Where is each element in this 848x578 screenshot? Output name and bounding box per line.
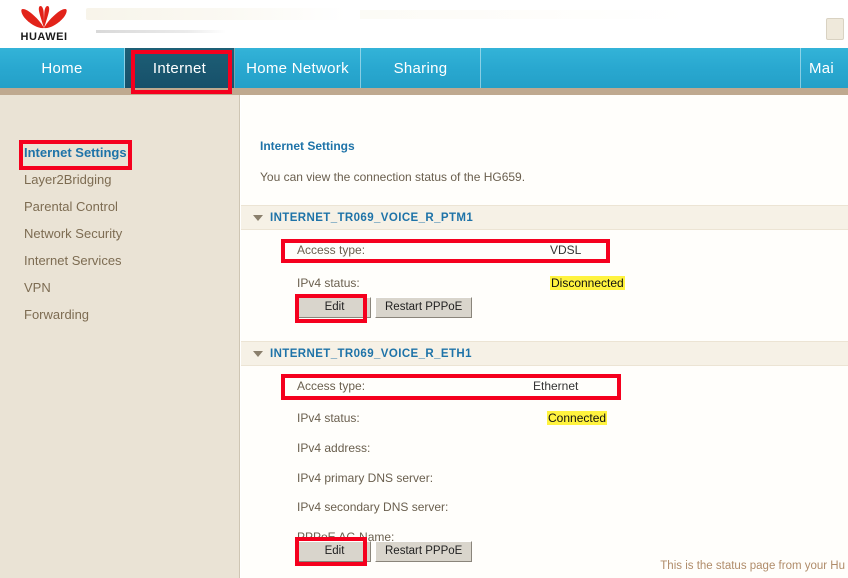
sidebar-item-forwarding[interactable]: Forwarding — [0, 301, 239, 328]
section-title-ptm1: INTERNET_TR069_VOICE_R_PTM1 — [270, 211, 474, 224]
section-title-eth1: INTERNET_TR069_VOICE_R_ETH1 — [270, 347, 472, 360]
nav-item-internet-label: Internet — [152, 59, 207, 77]
nav-item-maintenance[interactable]: Mai — [801, 48, 848, 88]
sidebar-item-internet-settings[interactable]: Internet Settings — [0, 139, 239, 166]
sidebar-item-network-security[interactable]: Network Security — [0, 220, 239, 247]
nav-spacer — [481, 48, 801, 88]
field-label-ipv4-primary-dns: IPv4 primary DNS server: — [297, 471, 434, 485]
button-row-eth1: Edit Restart PPPoE — [298, 541, 473, 562]
header-faded-right-block — [360, 10, 690, 19]
page-header: HUAWEI — [0, 0, 848, 48]
restart-pppoe-button-eth1[interactable]: Restart PPPoE — [375, 541, 473, 562]
chevron-down-icon — [253, 214, 263, 221]
sidebar-item-internet-settings-label: Internet Settings — [24, 145, 127, 160]
restart-pppoe-button-ptm1[interactable]: Restart PPPoE — [375, 297, 473, 318]
status-page-footnote: This is the status page from your Hu — [660, 560, 845, 572]
header-corner-button[interactable] — [826, 18, 844, 40]
sidebar-item-parental-control[interactable]: Parental Control — [0, 193, 239, 220]
nav-item-home-label: Home — [41, 59, 83, 77]
nav-item-sharing-label: Sharing — [393, 59, 448, 77]
field-label-access-type-eth1: Access type: — [297, 379, 366, 393]
field-value-access-type-ptm1: VDSL — [550, 243, 582, 257]
nav-list: Home Internet Home Network Sharing Mai — [0, 48, 848, 88]
sidebar-item-vpn[interactable]: VPN — [0, 274, 239, 301]
status-badge-ipv4-ptm1: Disconnected — [550, 276, 625, 290]
header-faded-text-block — [86, 8, 346, 20]
field-label-ipv4-address: IPv4 address: — [297, 441, 371, 455]
sidebar-item-forwarding-label: Forwarding — [24, 307, 90, 322]
page-title: Internet Settings — [260, 139, 355, 153]
field-row-ipv4-address: IPv4 address: — [241, 436, 848, 460]
huawei-logo-text: HUAWEI — [20, 30, 68, 43]
page-description: You can view the connection status of th… — [260, 170, 526, 184]
field-label-access-type-ptm1: Access type: — [297, 243, 366, 257]
sidebar-item-vpn-label: VPN — [24, 280, 51, 295]
field-row-ipv4-status-eth1: IPv4 status: Connected — [241, 406, 848, 430]
chevron-down-icon — [253, 350, 263, 357]
field-label-ipv4-status-ptm1: IPv4 status: — [297, 276, 360, 290]
nav-item-maintenance-label: Mai — [809, 59, 835, 77]
field-row-access-type-ptm1: Access type: VDSL — [241, 238, 848, 262]
button-row-ptm1: Edit Restart PPPoE — [298, 297, 473, 318]
field-row-ipv4-secondary-dns: IPv4 secondary DNS server: — [241, 495, 848, 519]
main-navigation: Home Internet Home Network Sharing Mai — [0, 48, 848, 88]
field-row-ipv4-primary-dns: IPv4 primary DNS server: — [241, 466, 848, 490]
nav-item-home-network-label: Home Network — [246, 59, 349, 77]
section-header-ptm1[interactable]: INTERNET_TR069_VOICE_R_PTM1 — [241, 205, 848, 230]
edit-button-ptm1[interactable]: Edit — [298, 297, 371, 318]
nav-item-home[interactable]: Home — [0, 48, 125, 88]
field-value-access-type-eth1: Ethernet — [533, 379, 579, 393]
field-row-ipv4-status-ptm1: IPv4 status: Disconnected — [241, 271, 848, 295]
sidebar-list: Internet Settings Layer2Bridging Parenta… — [0, 95, 239, 328]
field-row-access-type-eth1: Access type: Ethernet — [241, 374, 848, 398]
field-label-ipv4-secondary-dns: IPv4 secondary DNS server: — [297, 500, 449, 514]
huawei-logo: HUAWEI — [10, 2, 78, 46]
section-header-eth1[interactable]: INTERNET_TR069_VOICE_R_ETH1 — [241, 341, 848, 366]
status-badge-ipv4-eth1: Connected — [547, 411, 608, 425]
sidebar-item-network-security-label: Network Security — [24, 226, 123, 241]
sidebar-item-layer2bridging[interactable]: Layer2Bridging — [0, 166, 239, 193]
sidebar: Internet Settings Layer2Bridging Parenta… — [0, 95, 240, 578]
router-admin-page: HUAWEI Home Internet Home Network Sharin… — [0, 0, 848, 578]
sidebar-item-parental-control-label: Parental Control — [24, 199, 118, 214]
huawei-flower-icon — [21, 5, 67, 28]
field-label-ipv4-status-eth1: IPv4 status: — [297, 411, 360, 425]
nav-underline-bar — [0, 88, 848, 95]
content-panel: Internet Settings You can view the conne… — [241, 95, 848, 578]
sidebar-item-internet-services-label: Internet Services — [24, 253, 122, 268]
nav-item-internet[interactable]: Internet — [125, 48, 235, 88]
edit-button-eth1[interactable]: Edit — [298, 541, 371, 562]
sidebar-item-internet-services[interactable]: Internet Services — [0, 247, 239, 274]
nav-item-home-network[interactable]: Home Network — [235, 48, 361, 88]
nav-item-sharing[interactable]: Sharing — [361, 48, 481, 88]
sidebar-item-layer2bridging-label: Layer2Bridging — [24, 172, 112, 187]
header-faded-subtext-block — [96, 30, 226, 33]
